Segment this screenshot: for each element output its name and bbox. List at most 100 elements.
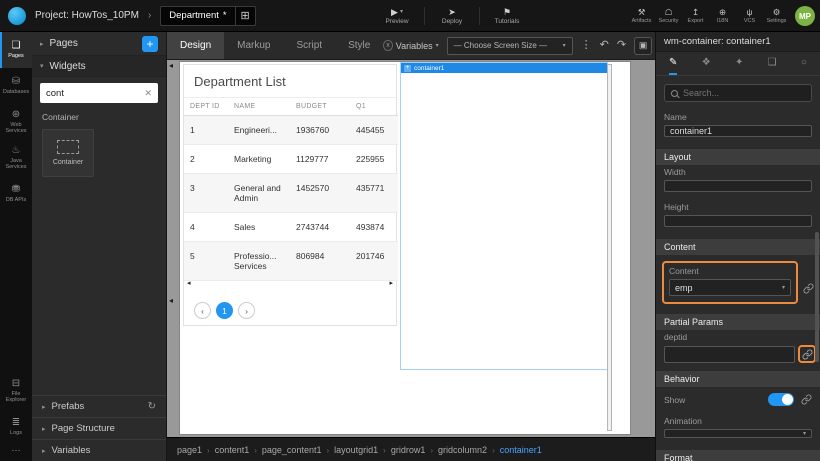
chevron-right-icon: ▸: [42, 447, 46, 455]
settings-button[interactable]: ⚙ Settings: [763, 0, 790, 32]
variables-section[interactable]: ▸ Variables: [32, 439, 166, 461]
section-format[interactable]: Format: [656, 450, 820, 461]
styles-tab-icon[interactable]: ❖: [702, 52, 711, 75]
width-field[interactable]: [664, 180, 812, 192]
deploy-icon: ➤: [448, 8, 456, 17]
export-button[interactable]: ↥ Export: [682, 0, 709, 32]
breadcrumb-item[interactable]: content1: [202, 445, 249, 455]
properties-tab-icon[interactable]: ✎: [669, 52, 677, 75]
breadcrumb-item-current[interactable]: container1: [487, 445, 542, 455]
show-property-row: Show: [664, 393, 812, 406]
i18n-button[interactable]: ⊕ I18N: [709, 0, 736, 32]
page-scrollbar[interactable]: [607, 64, 612, 431]
tab-design[interactable]: Design: [167, 32, 224, 59]
width-label: Width: [664, 167, 812, 177]
container-widget-tile[interactable]: Container: [42, 129, 94, 177]
bind-link-icon[interactable]: [801, 283, 816, 304]
pagination-prev-button[interactable]: ‹: [194, 302, 211, 319]
page-selector-dropdown[interactable]: Department *: [160, 6, 235, 26]
security-button[interactable]: ☖ Security: [655, 0, 682, 32]
pagination-page-1[interactable]: 1: [216, 302, 233, 319]
screen-size-dropdown[interactable]: — Choose Screen Size — ▾: [447, 37, 573, 55]
section-behavior[interactable]: Behavior: [656, 371, 820, 387]
undo-icon[interactable]: ↶: [600, 40, 609, 51]
tab-script[interactable]: Script: [284, 32, 336, 59]
breadcrumb: page1 content1 page_content1 layoutgrid1…: [167, 437, 655, 461]
vcs-button[interactable]: ψ VCS: [736, 0, 763, 32]
table-row[interactable]: 3 General and Admin 1452570 435771: [184, 174, 398, 213]
widget-search-input[interactable]: [46, 88, 144, 99]
breadcrumb-item[interactable]: gridcolumn2: [425, 445, 487, 455]
rail-item-web-services[interactable]: ⊛ Web Services: [0, 104, 32, 140]
tutorials-button[interactable]: ⚑ Tutorials: [480, 0, 534, 32]
inspector-scrollbar[interactable]: [815, 232, 819, 362]
rail-item-logs[interactable]: ≣ Logs: [0, 409, 32, 445]
breadcrumb-item[interactable]: layoutgrid1: [321, 445, 378, 455]
deptid-label: deptid: [664, 332, 812, 342]
show-toggle[interactable]: [768, 393, 794, 406]
name-field[interactable]: [664, 125, 812, 137]
selected-container-widget[interactable]: + container1: [400, 62, 608, 370]
animation-select[interactable]: ▾: [664, 429, 812, 438]
preview-button[interactable]: ▶▾ Preview: [370, 0, 424, 32]
add-page-button[interactable]: +: [142, 36, 158, 52]
refresh-icon[interactable]: ↻: [148, 401, 156, 412]
design-canvas[interactable]: ◂ ◂ Department List DEPT ID NAME BUDGET …: [167, 60, 655, 437]
content-highlight-box: Content emp ▾: [662, 261, 798, 304]
redo-icon[interactable]: ↷: [617, 40, 626, 51]
property-search-input[interactable]: [683, 88, 805, 98]
rail-item-db-apis[interactable]: ⛃ DB APIs: [0, 176, 32, 212]
table-row[interactable]: 5 Professio... Services 806984 201746: [184, 242, 398, 281]
widgets-section-header[interactable]: ▾ Widgets: [32, 56, 166, 77]
page-title: Department List: [184, 65, 396, 98]
department-list-widget[interactable]: Department List DEPT ID NAME BUDGET Q1: [183, 64, 397, 326]
prefabs-section[interactable]: ▸ Prefabs ↻: [32, 395, 166, 417]
section-content[interactable]: Content: [656, 239, 820, 255]
table-row[interactable]: 4 Sales 2743744 493874: [184, 213, 398, 242]
table-row[interactable]: 2 Marketing 1129777 225955: [184, 145, 398, 174]
messages-tab-icon[interactable]: ❑: [768, 52, 777, 75]
chevron-down-icon: ▾: [40, 62, 44, 70]
variables-button[interactable]: x Variables ▾: [383, 40, 438, 51]
page-structure-section[interactable]: ▸ Page Structure: [32, 417, 166, 439]
rail-item-file-explorer[interactable]: ⊟ File Explorer: [0, 373, 32, 409]
rail-spacer: [0, 212, 32, 373]
section-layout[interactable]: Layout: [656, 149, 820, 165]
events-tab-icon[interactable]: ✦: [735, 52, 743, 75]
tab-style[interactable]: Style: [335, 32, 383, 59]
pages-panel-header[interactable]: ▸ Pages +: [32, 32, 166, 56]
chevron-down-icon: ▾: [563, 42, 566, 49]
app-logo-icon[interactable]: [8, 7, 26, 25]
bind-link-icon-highlighted[interactable]: [798, 345, 816, 363]
container-selection-header[interactable]: + container1: [401, 63, 607, 73]
breadcrumb-item[interactable]: page_content1: [249, 445, 321, 455]
rail-item-java-services[interactable]: ♨ Java Services: [0, 140, 32, 176]
rail-item-databases[interactable]: ⛁ Databases: [0, 68, 32, 104]
breadcrumb-item[interactable]: page1: [177, 445, 202, 455]
bind-link-icon[interactable]: [801, 394, 812, 405]
clear-search-icon[interactable]: ✕: [144, 88, 152, 99]
rail-more-icon[interactable]: ⋯: [0, 445, 32, 461]
rail-item-pages[interactable]: ❏ Pages: [0, 32, 32, 68]
misc-tab-icon[interactable]: ○: [801, 52, 807, 75]
tab-markup[interactable]: Markup: [224, 32, 283, 59]
settings-gear-icon: ⚙: [773, 8, 781, 17]
plus-icon[interactable]: +: [404, 65, 411, 72]
kebab-menu-icon[interactable]: ⋮: [581, 40, 592, 51]
main-area: Design Markup Script Style x Variables ▾…: [167, 32, 655, 461]
height-field[interactable]: [664, 215, 812, 227]
pagination-next-button[interactable]: ›: [238, 302, 255, 319]
content-select[interactable]: emp ▾: [669, 279, 791, 296]
properties-panel: wm-container: container1 ✎ ❖ ✦ ❑ ○ Name …: [655, 32, 820, 461]
breadcrumb-item[interactable]: gridrow1: [378, 445, 425, 455]
section-partial-params[interactable]: Partial Params: [656, 314, 820, 330]
page-preview[interactable]: Department List DEPT ID NAME BUDGET Q1: [180, 62, 630, 434]
save-icon[interactable]: ▣: [634, 37, 652, 55]
deploy-button[interactable]: ➤ Deploy: [425, 0, 479, 32]
table-row[interactable]: 1 Engineeri... 1936760 445455: [184, 116, 398, 145]
deptid-field[interactable]: [664, 346, 795, 363]
user-avatar[interactable]: MP: [795, 6, 815, 26]
pages-grid-icon[interactable]: ⊞: [236, 6, 256, 26]
artifacts-button[interactable]: ⚒ Artifacts: [628, 0, 655, 32]
widget-search-box: ✕: [40, 83, 158, 103]
